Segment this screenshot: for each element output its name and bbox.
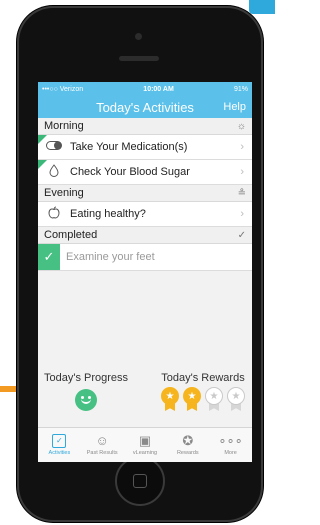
activity-feet[interactable]: ✓ Examine your feet [38, 244, 252, 271]
medal-list[interactable]: ★ ★ ★ ★ [160, 387, 246, 411]
tab-label: vLearning [132, 450, 158, 456]
tab-more[interactable]: ∘∘∘ More [209, 428, 252, 462]
tab-label: More [224, 450, 237, 456]
activity-label: Take Your Medication(s) [70, 141, 188, 153]
progress-label: Today's Progress [44, 372, 129, 384]
tab-label: Rewards [176, 450, 199, 456]
background-corner-accent [249, 0, 275, 14]
chevron-right-icon: › [240, 166, 244, 178]
camera [135, 33, 142, 40]
tab-bar: ✓ Activities ☺ Past Results ▣ vLearning … [38, 427, 252, 462]
activity-label: Check Your Blood Sugar [70, 166, 190, 178]
activity-label: Examine your feet [66, 251, 155, 263]
chevron-right-icon: › [240, 208, 244, 220]
page-title: Today's Activities [96, 99, 194, 115]
activity-label: Eating healthy? [70, 208, 146, 220]
chevron-right-icon: › [240, 141, 244, 153]
section-completed: Completed ✓ [38, 227, 252, 244]
clock: 10:00 AM [143, 85, 174, 93]
sunset-icon: ≗ [237, 187, 246, 199]
section-label: Morning [44, 120, 84, 132]
checklist-icon: ✓ [52, 434, 67, 448]
section-label: Completed [44, 229, 98, 241]
checkmark-icon: ✓ [237, 229, 246, 241]
tab-past-results[interactable]: ☺ Past Results [81, 428, 124, 462]
gray-medal-icon: ★ [204, 387, 224, 411]
completed-check-icon: ✓ [38, 244, 60, 270]
tab-vlearning[interactable]: ▣ vLearning [124, 428, 167, 462]
drop-icon [44, 164, 64, 180]
app-screen: •••○○ Verizon 10:00 AM 91% Today's Activ… [38, 82, 252, 462]
smiley-face-icon[interactable] [75, 389, 98, 411]
sunrise-icon: ☼ [236, 120, 246, 132]
section-evening: Evening ≗ [38, 185, 252, 202]
speaker [119, 56, 159, 61]
help-button[interactable]: Help [223, 101, 246, 113]
battery-label: 91% [233, 85, 248, 93]
video-icon: ▣ [138, 433, 152, 448]
carrier-label: •••○○ Verizon [42, 85, 84, 93]
tab-activities[interactable]: ✓ Activities [38, 428, 81, 462]
medal-icon: ✪ [182, 433, 194, 448]
home-button[interactable] [115, 456, 165, 506]
apple-icon [44, 206, 64, 222]
progress-summary: Today's Progress [44, 372, 128, 420]
nav-bar: Today's Activities Help [38, 96, 252, 118]
new-indicator [38, 160, 47, 169]
new-indicator [38, 135, 47, 144]
tab-label: Activities [48, 450, 71, 456]
activity-medication[interactable]: Take Your Medication(s) › [38, 135, 252, 160]
gray-medal-icon: ★ [226, 387, 246, 411]
rewards-label: Today's Rewards [161, 372, 245, 384]
rewards-summary: Today's Rewards ★ ★ ★ ★ [160, 372, 246, 420]
activity-eating[interactable]: Eating healthy? › [38, 202, 252, 227]
pill-icon [44, 141, 64, 153]
status-bar: •••○○ Verizon 10:00 AM 91% [38, 82, 252, 96]
activity-blood-sugar[interactable]: Check Your Blood Sugar › [38, 160, 252, 185]
daily-summary: Today's Progress Today's Rewards ★ ★ ★ ★ [38, 372, 252, 420]
section-morning: Morning ☼ [38, 118, 252, 135]
section-label: Evening [44, 187, 84, 199]
tab-label: Past Results [86, 450, 118, 456]
more-icon: ∘∘∘ [218, 433, 243, 448]
smiley-icon: ☺ [95, 433, 109, 448]
gold-medal-icon: ★ [182, 387, 202, 411]
gold-medal-icon: ★ [160, 387, 180, 411]
tab-rewards[interactable]: ✪ Rewards [166, 428, 209, 462]
